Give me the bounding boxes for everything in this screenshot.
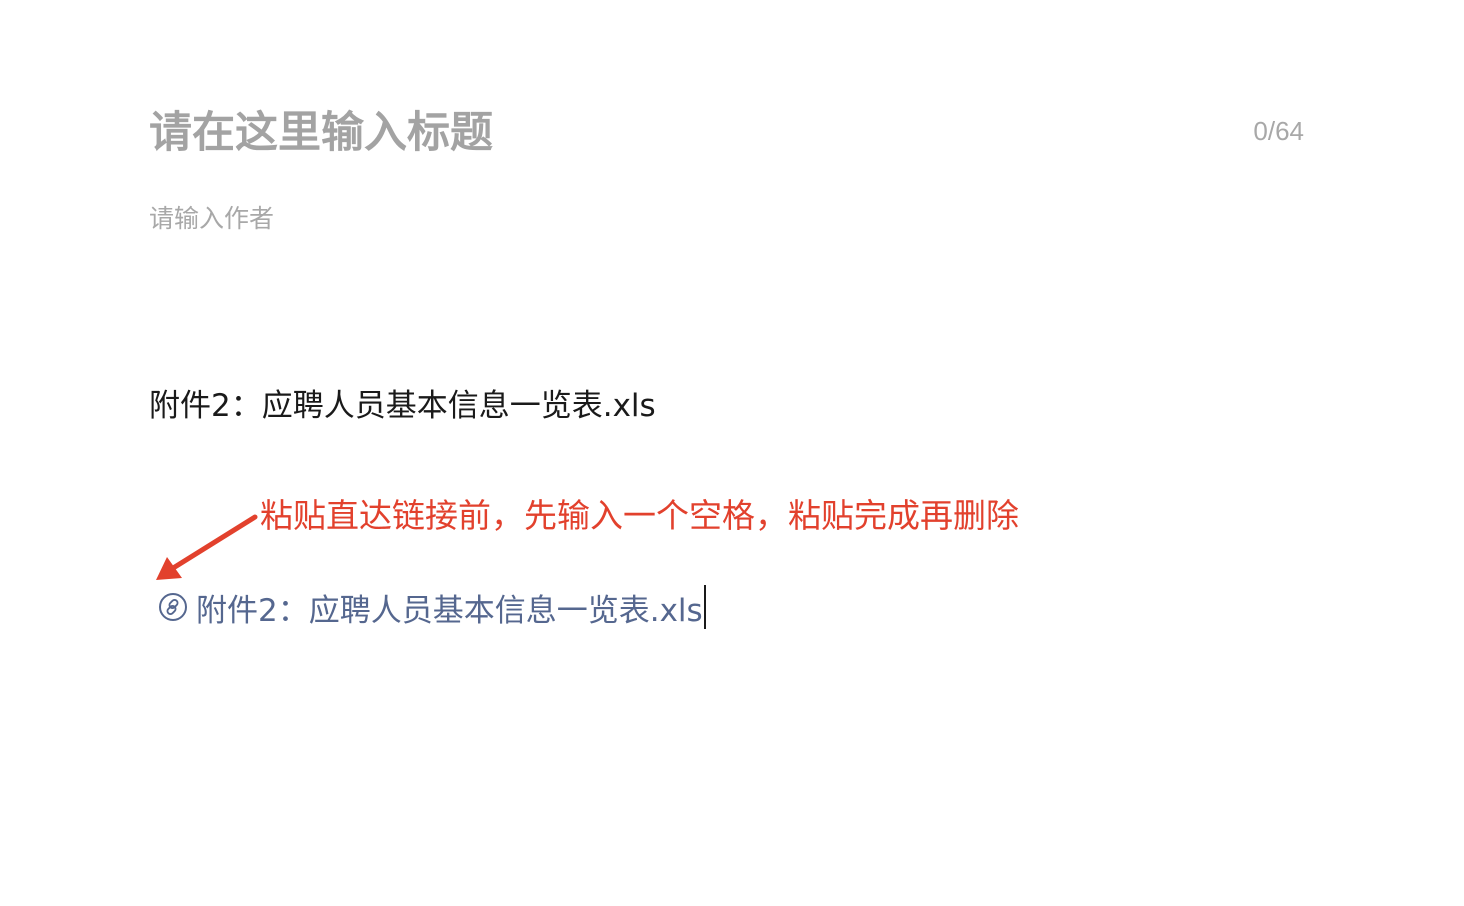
attachment-link-text[interactable]: 附件2：应聘人员基本信息一览表.xls — [196, 585, 703, 630]
link-icon — [159, 593, 187, 621]
annotation-arrow — [156, 514, 258, 580]
content-editor[interactable]: 附件2：应聘人员基本信息一览表.xls 粘贴直达链接前，先输入一个空格，粘贴完成… — [0, 0, 1464, 906]
attachment-text: 附件2：应聘人员基本信息一览表.xls — [149, 388, 656, 424]
text-cursor — [703, 585, 706, 629]
attachment-link[interactable]: 附件2：应聘人员基本信息一览表.xls — [158, 585, 706, 629]
annotation-note: 粘贴直达链接前，先输入一个空格，粘贴完成再删除 — [260, 496, 1019, 535]
